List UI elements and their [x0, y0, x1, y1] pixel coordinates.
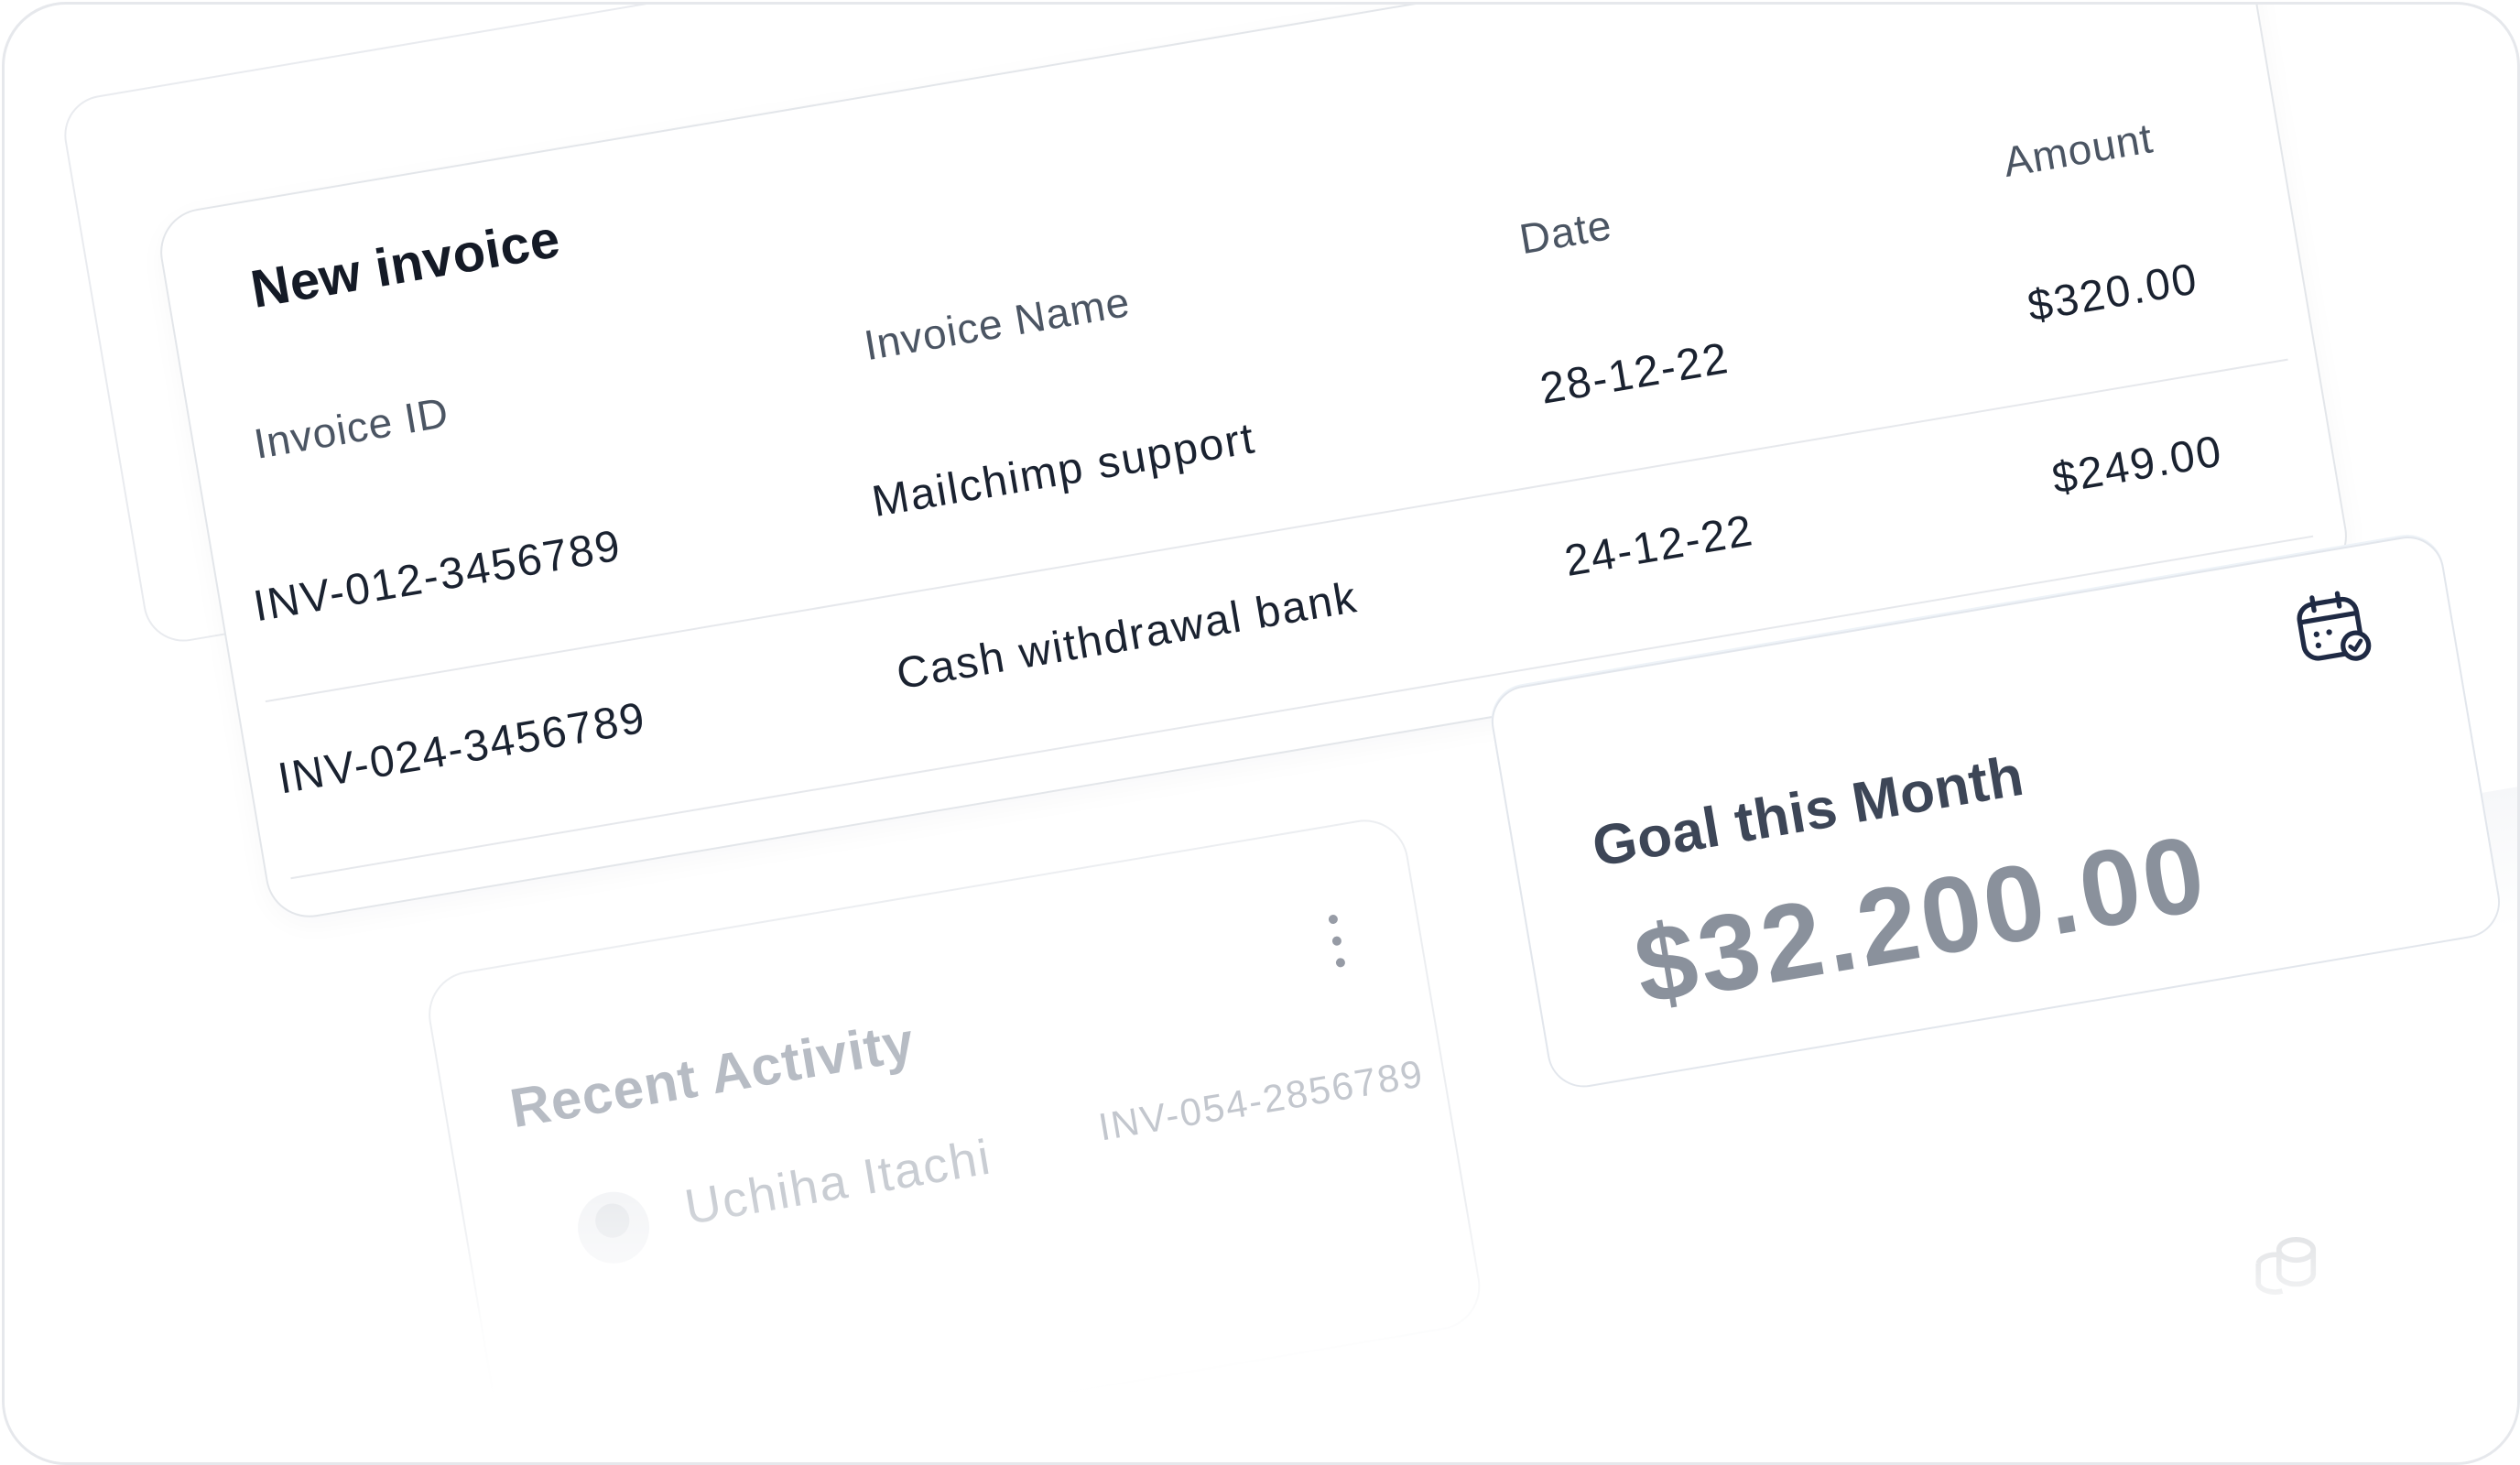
bottom-fade-overlay: [5, 1195, 2517, 1462]
more-options-icon[interactable]: [1328, 914, 1346, 969]
recent-activity-title: Recent Activity: [505, 1010, 919, 1140]
invoice-name-cell: Cash withdrawal bank: [893, 573, 1362, 700]
column-header-invoice-id: Invoice ID: [250, 387, 452, 468]
invoice-id-cell: INV-012-3456789: [250, 521, 625, 632]
invoice-amount-cell: $320.00: [2024, 255, 2202, 331]
tilted-dashboard: New invoice Invoice ID Invoice Name Date…: [5, 5, 2517, 1462]
screenshot-frame: New invoice Invoice ID Invoice Name Date…: [2, 2, 2520, 1465]
calendar-check-icon[interactable]: [2289, 582, 2378, 671]
invoice-date-cell: 24-12-22: [1560, 505, 1758, 586]
invoice-id-cell: INV-024-3456789: [274, 693, 650, 804]
activity-invoice-id: INV-054-2856789: [1095, 1051, 1428, 1149]
invoice-card-title: New invoice: [246, 209, 565, 320]
column-header-invoice-name: Invoice Name: [860, 277, 1134, 370]
invoice-date-cell: 28-12-22: [1537, 333, 1733, 414]
column-header-amount: Amount: [1999, 114, 2156, 186]
column-header-date: Date: [1515, 201, 1616, 264]
invoice-name-cell: Mailchimp support: [868, 414, 1259, 527]
invoice-amount-cell: $249.00: [2048, 427, 2227, 504]
